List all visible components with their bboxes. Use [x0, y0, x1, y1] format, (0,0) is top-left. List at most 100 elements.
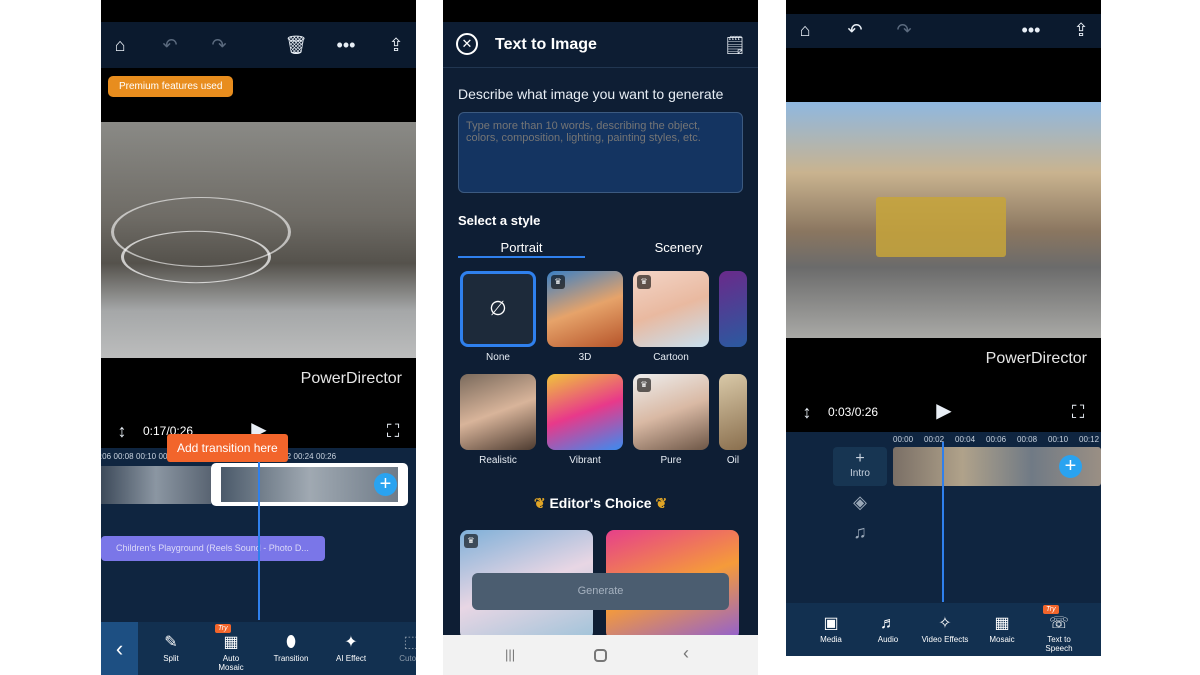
share-icon[interactable]: ⇪ — [384, 33, 408, 57]
bottom-toolbar: ▣ Media ♬ Audio ✧ Video Effects ▦ Mosaic ☏ Text t… — [786, 603, 1101, 656]
laurel-icon: ❦ — [533, 495, 550, 511]
prompt-input[interactable] — [458, 112, 743, 193]
more-icon[interactable]: ••• — [1019, 18, 1043, 42]
toolbar-cutout[interactable]: ⬚ Cutout — [381, 622, 416, 663]
time-tick: 00:04 — [955, 435, 976, 444]
add-transition-tooltip[interactable]: Add transition here — [167, 434, 288, 462]
close-icon[interactable]: ✕ — [456, 33, 478, 55]
toolbar-transition[interactable]: ⬮ Transition — [261, 622, 321, 663]
tab-portrait[interactable]: Portrait — [458, 240, 585, 255]
playhead[interactable] — [258, 458, 260, 620]
toolbar-label: Auto Mosaic — [218, 654, 244, 672]
toolbar-label: Mosaic — [989, 635, 1015, 644]
toolbar-ai-effect[interactable]: ✦ AI Effect — [321, 622, 381, 663]
style-label: Vibrant — [569, 455, 601, 466]
home-icon[interactable]: ⌂ — [793, 18, 817, 42]
prompt-label: Describe what image you want to generate — [458, 86, 724, 102]
share-icon[interactable]: ⇪ — [1069, 18, 1093, 42]
music-track-icon[interactable]: ♫ — [848, 520, 872, 544]
undo-icon[interactable]: ↶ — [843, 18, 867, 42]
back-button[interactable]: ‹ — [101, 622, 138, 675]
pen-icon: ✎ — [164, 634, 178, 651]
audio-clip[interactable]: Children's Playground (Reels Sound - Pho… — [101, 536, 325, 561]
trash-icon[interactable]: 🗑 — [284, 33, 308, 57]
style-none[interactable]: ∅ — [460, 271, 536, 347]
toolbar-label: Audio — [877, 635, 899, 644]
style-3d[interactable]: ♛ — [547, 271, 623, 347]
mosaic-icon: ▦ — [223, 634, 239, 651]
intro-label: Intro — [849, 468, 870, 479]
toolbar-text-to-speech[interactable]: ☏ Text to Speech Try — [1029, 603, 1089, 653]
back-nav-icon[interactable]: ‹ — [683, 643, 689, 664]
style-label: Cartoon — [653, 352, 689, 363]
text-to-speech-icon: ☏ — [1048, 615, 1069, 632]
home-icon[interactable]: ⌂ — [108, 33, 132, 57]
editors-choice-heading: ❦ Editor's Choice ❦ — [533, 495, 668, 511]
mosaic-icon: ▦ — [994, 615, 1010, 632]
add-clip-button[interactable]: + — [374, 473, 397, 496]
toolbar-label: Text to Speech — [1045, 635, 1073, 653]
recents-icon[interactable]: ||| — [505, 647, 515, 662]
tab-scenery[interactable]: Scenery — [615, 240, 742, 255]
video-clip[interactable] — [101, 466, 211, 504]
toolbar-video-effects[interactable]: ✧ Video Effects — [915, 603, 975, 644]
intro-button[interactable]: + Intro — [833, 447, 887, 486]
fullscreen-icon[interactable]: ⛶ — [381, 419, 405, 443]
redo-icon[interactable]: ↷ — [892, 18, 916, 42]
video-effects-icon: ✧ — [938, 615, 952, 632]
plus-icon: + — [855, 450, 865, 467]
crown-icon: ♛ — [464, 534, 478, 548]
style-realistic[interactable] — [460, 374, 536, 450]
redo-icon[interactable]: ↷ — [207, 33, 231, 57]
style-cartoon[interactable]: ♛ — [633, 271, 709, 347]
top-toolbar: ⌂ ↶ ↷ 🗑 ••• ⇪ — [101, 22, 416, 68]
toolbar-split[interactable]: ✎ Split — [141, 622, 201, 663]
style-partial[interactable] — [719, 271, 747, 347]
toolbar-label: Cutout — [399, 654, 416, 663]
page-title: Text to Image — [495, 36, 597, 53]
android-nav-bar: ||| ‹ — [443, 635, 758, 675]
toolbar-audio[interactable]: ♬ Audio — [858, 603, 918, 644]
history-icon[interactable]: 🗒 — [723, 33, 747, 57]
overlay-layers-icon[interactable]: ◈ — [848, 490, 872, 514]
header: ✕ Text to Image 🗒 — [443, 22, 758, 68]
time-tick: 00:10 — [1048, 435, 1069, 444]
time-tick: 00:10 — [136, 452, 157, 461]
style-vibrant[interactable] — [547, 374, 623, 450]
time-readout: 0:03/0:26 — [828, 405, 879, 419]
time-tick: 00:26 — [316, 452, 337, 461]
toolbar-label: Transition — [273, 654, 309, 663]
toolbar-auto-mosaic[interactable]: ▦ Auto Mosaic Try — [201, 622, 261, 672]
home-nav-icon[interactable] — [594, 649, 607, 662]
expand-timeline-icon[interactable]: ↕ — [795, 400, 819, 424]
toolbar-mosaic[interactable]: ▦ Mosaic — [972, 603, 1032, 644]
time-tick: 00:12 — [1079, 435, 1100, 444]
toolbar-label: AI Effect — [335, 654, 367, 663]
toolbar-label: Media — [820, 635, 842, 644]
generate-button[interactable]: Generate — [472, 573, 729, 610]
time-tick: 00:06 — [986, 435, 1007, 444]
expand-timeline-icon[interactable]: ↕ — [110, 419, 134, 443]
ai-effect-icon: ✦ — [344, 634, 358, 651]
watermark: PowerDirector — [300, 370, 402, 387]
style-oil[interactable] — [719, 374, 747, 450]
toolbar-label: Video Effects — [921, 635, 969, 644]
top-toolbar: ⌂ ↶ ↷ ••• ⇪ — [786, 14, 1101, 48]
time-tick: 00:08 — [113, 452, 134, 461]
time-tick: 00:00 — [893, 435, 914, 444]
style-pure[interactable]: ♛ — [633, 374, 709, 450]
toolbar-media[interactable]: ▣ Media — [801, 603, 861, 644]
add-clip-button[interactable]: + — [1059, 455, 1082, 478]
undo-icon[interactable]: ↶ — [158, 33, 182, 57]
more-icon[interactable]: ••• — [334, 33, 358, 57]
crown-icon: ♛ — [637, 378, 651, 392]
style-heading: Select a style — [458, 213, 541, 228]
fullscreen-icon[interactable]: ⛶ — [1066, 400, 1090, 424]
play-icon[interactable]: ▶ — [932, 399, 956, 423]
watermark: PowerDirector — [985, 350, 1087, 367]
timeline: 00:0600:0800:1000:1200:1400:1600:1800:20… — [101, 448, 416, 622]
playhead[interactable] — [942, 442, 944, 602]
style-label: Realistic — [479, 455, 517, 466]
premium-badge[interactable]: Premium features used — [108, 76, 234, 97]
middle-phone-text-to-image: ✕ Text to Image 🗒 Describe what image yo… — [443, 0, 758, 675]
